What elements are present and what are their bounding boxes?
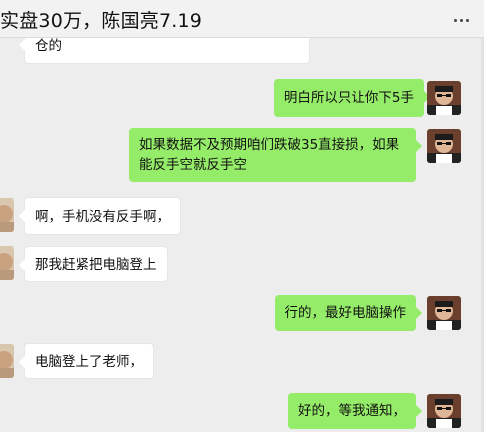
contact-avatar[interactable]: [0, 246, 14, 280]
message-bubble-outgoing: 好的，等我通知，: [288, 393, 422, 429]
message-bubble-incoming: 那我赶紧把电脑登上: [19, 246, 168, 282]
user-avatar[interactable]: [427, 296, 461, 330]
message-bubble-outgoing: 如果数据不及预期咱们跌破35直接损，如果能反手空就反手空: [129, 128, 422, 182]
user-avatar[interactable]: [427, 394, 461, 428]
message-text: 如果数据不及预期咱们跌破35直接损，如果能反手空就反手空: [139, 137, 400, 173]
message-list[interactable]: 仓的 明白所以只让你下5手 如果数据不及预期咱们跌破35直接损，如果能反手空就反…: [0, 38, 484, 432]
user-avatar[interactable]: [427, 81, 461, 115]
message-bubble-incoming: 仓的: [19, 38, 310, 64]
message-text: 明白所以只让你下5手: [283, 90, 414, 106]
message-bubble-incoming: 啊，手机没有反手啊，: [19, 197, 181, 235]
message-text: 好的，等我通知，: [298, 403, 406, 419]
message-bubble-outgoing: 行的，最好电脑操作: [274, 295, 422, 331]
message-text: 行的，最好电脑操作: [284, 305, 407, 321]
contact-avatar[interactable]: [0, 344, 14, 378]
user-avatar[interactable]: [427, 129, 461, 163]
message-text: 仓的: [35, 38, 62, 54]
message-bubble-incoming: 电脑登上了老师，: [19, 343, 154, 379]
message-text: 那我赶紧把电脑登上: [35, 257, 157, 273]
chat-header: 实盘30万，陈国亮7.19: [0, 0, 484, 38]
message-text: 啊，手机没有反手啊，: [35, 209, 170, 225]
chat-title: 实盘30万，陈国亮7.19: [0, 10, 203, 32]
message-text: 电脑登上了老师，: [35, 354, 143, 370]
contact-avatar[interactable]: [0, 198, 14, 232]
more-dots-icon[interactable]: [452, 10, 472, 30]
message-bubble-outgoing: 明白所以只让你下5手: [273, 79, 431, 117]
